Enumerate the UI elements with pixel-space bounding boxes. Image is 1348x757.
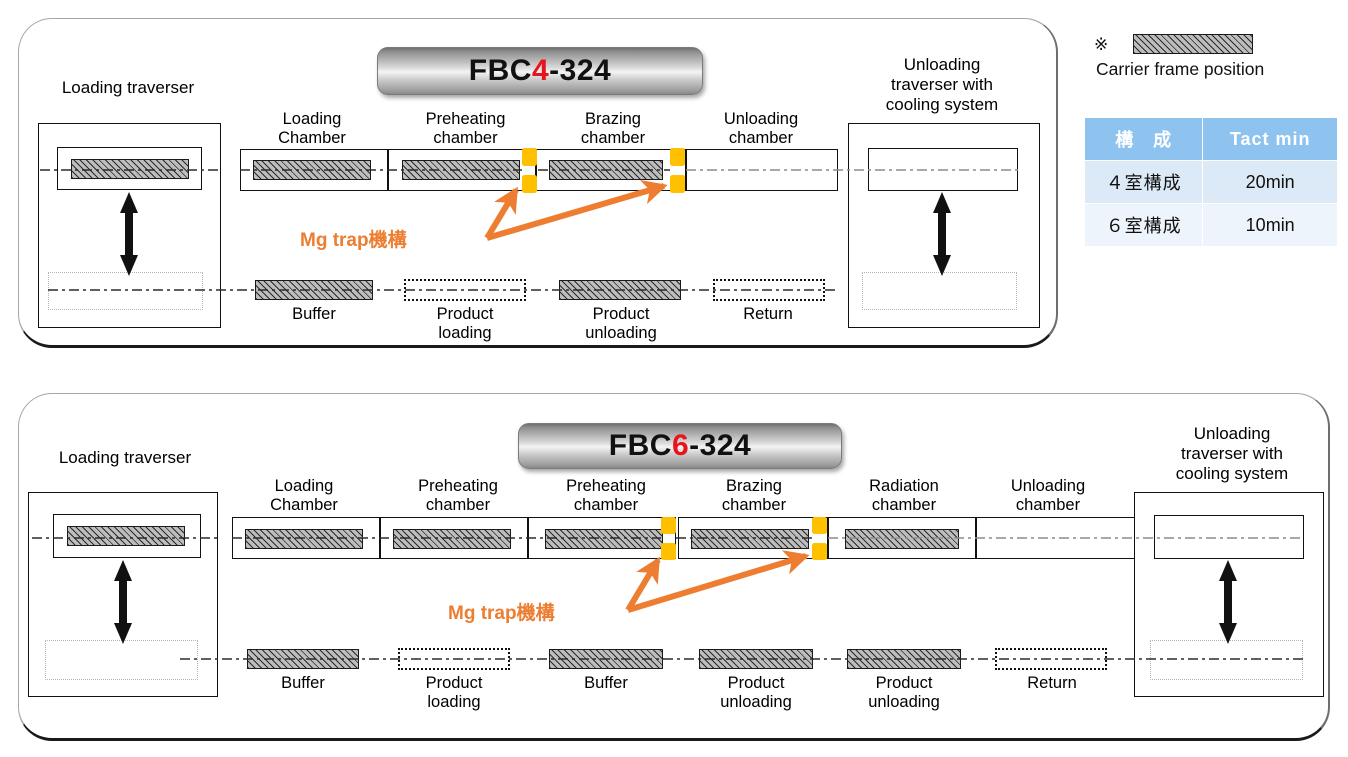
mg-trap-marker (812, 543, 827, 560)
station-label-1-fbc4: Product loading (436, 305, 494, 342)
carrier-frame-bar (71, 159, 189, 179)
chamber-label-2-fbc6: Preheating chamber (566, 477, 646, 514)
chamber-label-1-fbc6: Preheating chamber (418, 477, 498, 514)
chamber-box-5-fbc6 (976, 517, 1138, 559)
carrier-frame-bar (691, 529, 809, 549)
chamber-label-3-fbc4: Unloading chamber (723, 110, 799, 147)
mg-trap-marker (812, 517, 827, 534)
mg-trap-label-fbc4: Mg trap機構 (300, 230, 407, 251)
loading-traverser-label-fbc6: Loading traverser (58, 448, 192, 467)
unload-traverser-lower-slot-fbc6 (1150, 640, 1303, 680)
station-label-3-fbc4: Return (743, 305, 793, 323)
mg-trap-marker (661, 543, 676, 560)
station-empty-slot (713, 279, 825, 301)
carrier-frame-bar (549, 649, 663, 669)
mg-trap-marker (522, 148, 537, 166)
mg-trap-marker (522, 175, 537, 193)
title-suffix: -324 (549, 54, 612, 87)
station-label-1-fbc6: Product loading (425, 674, 483, 711)
mg-trap-marker (670, 148, 685, 166)
title-number: 6 (671, 429, 690, 462)
carrier-frame-bar (247, 649, 359, 669)
station-empty-slot (995, 648, 1107, 670)
carrier-frame-bar (67, 526, 185, 546)
carrier-frame-bar (845, 529, 959, 549)
chamber-label-0-fbc6: Loading Chamber (270, 477, 338, 514)
unloading-traverser-label-fbc6: Unloading traverser with cooling system (1175, 424, 1289, 483)
carrier-frame-bar (549, 160, 663, 180)
station-empty-slot (404, 279, 526, 301)
unloading-traverser-label-fbc4: Unloading traverser with cooling system (885, 55, 999, 114)
title-badge-fbc4: FBC 4 -324 (377, 47, 703, 95)
legend-caption: Carrier frame position (1096, 59, 1265, 79)
title-suffix: -324 (689, 429, 752, 462)
station-label-2-fbc6: Buffer (584, 674, 628, 692)
traverser-lower-slot-fbc4 (48, 272, 203, 310)
table-header-row: 構 成 Tact min (1083, 117, 1338, 161)
table-cell-tact: 20min (1202, 160, 1338, 204)
title-prefix: FBC (468, 54, 532, 87)
chamber-label-2-fbc4: Brazing chamber (580, 110, 646, 147)
carrier-frame-bar (393, 529, 511, 549)
title-number: 4 (531, 54, 550, 87)
carrier-frame-bar (559, 280, 681, 300)
table-header-config: 構 成 (1083, 117, 1204, 161)
chamber-label-3-fbc6: Brazing chamber (721, 477, 787, 514)
loading-traverser-label-fbc4: Loading traverser (61, 78, 195, 97)
legend-carrier-swatch (1133, 34, 1253, 54)
mg-trap-marker (670, 175, 685, 193)
chamber-label-1-fbc4: Preheating chamber (425, 110, 506, 147)
tact-table: 構 成 Tact min ４室構成 20min ６室構成 10min (1083, 117, 1338, 247)
carrier-frame-bar (253, 160, 371, 180)
unload-traverser-lower-slot-fbc4 (862, 272, 1017, 310)
unload-traverser-upper-slot-fbc4 (868, 148, 1018, 191)
table-cell-tact: 10min (1202, 203, 1338, 247)
station-label-4-fbc6: Product unloading (868, 674, 940, 711)
mg-trap-marker (661, 517, 676, 534)
station-label-2-fbc4: Product unloading (585, 305, 657, 342)
carrier-frame-bar (699, 649, 813, 669)
table-row: ４室構成 20min (1083, 160, 1338, 204)
station-empty-slot (398, 648, 510, 670)
title-prefix: FBC (608, 429, 672, 462)
table-cell-config: ４室構成 (1083, 160, 1204, 204)
table-row: ６室構成 10min (1083, 203, 1338, 247)
carrier-frame-bar (847, 649, 961, 669)
station-label-0-fbc4: Buffer (292, 305, 336, 323)
chamber-box-3-fbc4 (686, 149, 838, 191)
legend-asterisk-icon: ※ (1094, 35, 1109, 54)
station-label-3-fbc6: Product unloading (720, 674, 792, 711)
unload-traverser-upper-slot-fbc6 (1154, 515, 1304, 559)
traverser-lower-slot-fbc6 (45, 640, 198, 680)
carrier-frame-bar (402, 160, 520, 180)
table-cell-config: ６室構成 (1083, 203, 1204, 247)
station-label-5-fbc6: Return (1027, 674, 1077, 692)
carrier-frame-bar (255, 280, 373, 300)
carrier-frame-bar (545, 529, 663, 549)
chamber-label-4-fbc6: Radiation chamber (869, 477, 939, 514)
mg-trap-label-fbc6: Mg trap機構 (448, 603, 555, 624)
carrier-frame-bar (245, 529, 363, 549)
chamber-label-0-fbc4: Loading Chamber (278, 110, 346, 147)
station-label-0-fbc6: Buffer (281, 674, 325, 692)
table-header-tact: Tact min (1202, 117, 1338, 161)
chamber-label-5-fbc6: Unloading chamber (1010, 477, 1086, 514)
title-badge-fbc6: FBC 6 -324 (518, 423, 842, 469)
